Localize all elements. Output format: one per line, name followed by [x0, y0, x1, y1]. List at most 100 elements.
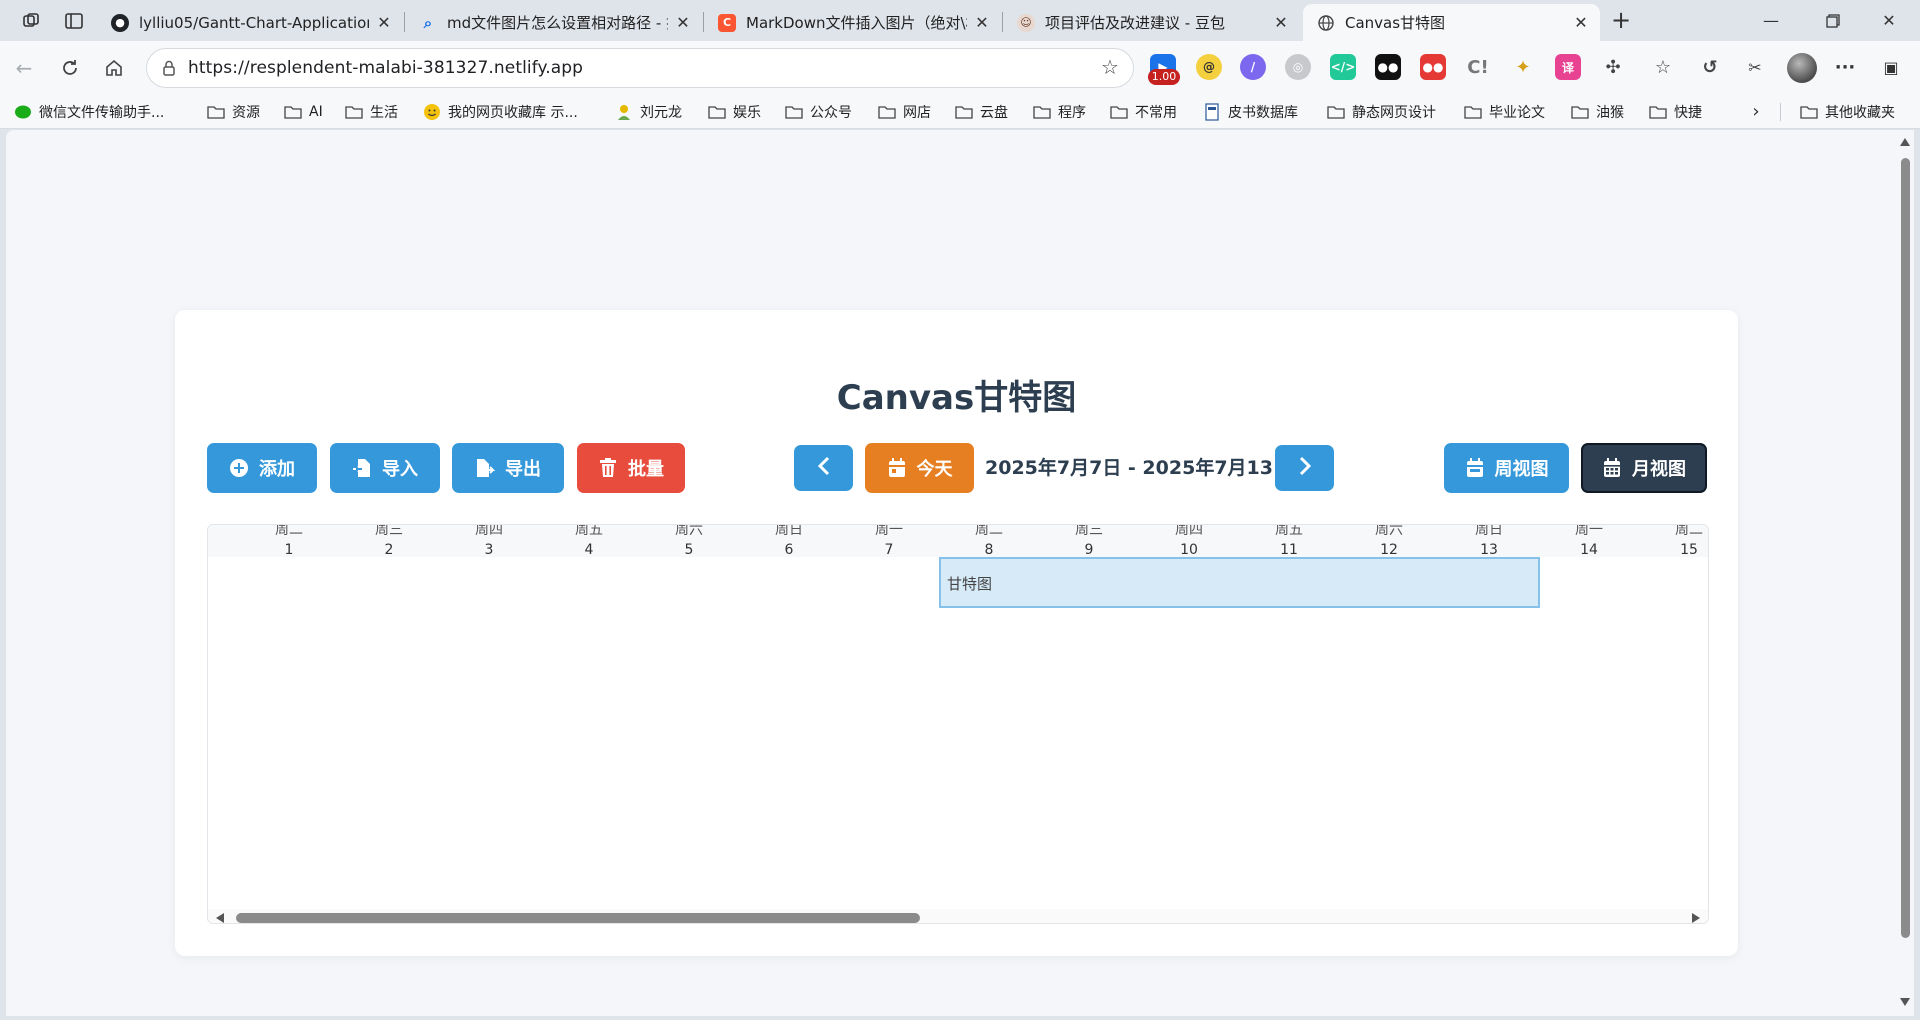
- bookmark-item[interactable]: 毕业论文: [1464, 95, 1545, 129]
- bookmark-item[interactable]: 微信文件传输助手...: [14, 95, 164, 129]
- folder-icon: [1033, 103, 1051, 121]
- scroll-down-icon[interactable]: [1900, 998, 1910, 1006]
- extensions-puzzle-icon[interactable]: ✣: [1600, 54, 1626, 80]
- file-export-icon: [475, 458, 495, 478]
- bookmark-item[interactable]: 刘元龙: [615, 95, 682, 129]
- book-icon: [1203, 103, 1221, 121]
- today-label: 今天: [916, 459, 953, 480]
- bookmark-item[interactable]: 娱乐: [708, 95, 761, 129]
- bookmark-label: 网店: [903, 105, 931, 121]
- address-bar[interactable]: https://resplendent-malabi-381327.netlif…: [146, 48, 1134, 88]
- new-tab-button[interactable]: +: [1608, 8, 1634, 34]
- gantt-day-column: 周一 7: [839, 525, 939, 558]
- scroll-left-icon[interactable]: [216, 913, 224, 923]
- tab-search[interactable]: ⌕ md文件图片怎么设置相对路径 - 搜 ✕: [405, 4, 702, 41]
- import-button[interactable]: 导入: [330, 443, 440, 493]
- calendar-month-icon: [1602, 458, 1622, 478]
- extension-stripe-icon[interactable]: /: [1240, 54, 1266, 80]
- tab-csdn[interactable]: C MarkDown文件插入图片（绝对\相 ✕: [704, 4, 1001, 41]
- extension-tampermonkey-icon[interactable]: ●●: [1375, 54, 1401, 80]
- scroll-up-icon[interactable]: [1900, 138, 1910, 146]
- extension-at-icon[interactable]: @: [1196, 54, 1222, 80]
- scrollbar-thumb[interactable]: [1901, 158, 1910, 938]
- bookmark-item[interactable]: 生活: [345, 95, 398, 129]
- export-button[interactable]: 导出: [452, 443, 564, 493]
- bookmark-item[interactable]: 网店: [878, 95, 931, 129]
- extension-translate-icon[interactable]: 译: [1555, 54, 1581, 80]
- bookmark-item[interactable]: 公众号: [785, 95, 852, 129]
- date-range-label: 2025年7月7日 - 2025年7月13日: [985, 457, 1292, 479]
- favorites-icon[interactable]: ☆: [1650, 54, 1676, 80]
- folder-icon: [345, 103, 363, 121]
- bookmark-label: 资源: [232, 105, 260, 121]
- extension-c-icon[interactable]: C!: [1465, 54, 1491, 80]
- export-label: 导出: [505, 459, 541, 480]
- window-close-icon[interactable]: ✕: [1858, 0, 1920, 41]
- prev-week-button[interactable]: [794, 445, 853, 491]
- bookmarks-divider: [1780, 103, 1781, 121]
- weekday-label: 周二: [275, 524, 303, 538]
- bookmark-item[interactable]: 程序: [1033, 95, 1086, 129]
- home-icon[interactable]: [98, 52, 130, 84]
- gantt-chart[interactable]: 周二 1 周三 2 周四 3 周五 4 周六 5 周日 6 周一 7 周二 8 周三 9 周四 10 周五 11 周六 12 周…: [207, 524, 1709, 924]
- today-button[interactable]: 今天: [865, 443, 974, 493]
- screenshot-icon[interactable]: ✂: [1742, 54, 1768, 80]
- gantt-app-card: Canvas甘特图 添加 导入 导出 批量 今天 2025年7月7日 - 202…: [175, 310, 1738, 956]
- site-info-icon[interactable]: [159, 58, 179, 78]
- horizontal-scrollbar[interactable]: [208, 909, 1708, 923]
- profile-avatar[interactable]: [1787, 53, 1817, 83]
- doubao-icon: ☺: [1017, 13, 1035, 32]
- bookmark-item[interactable]: 油猴: [1571, 95, 1624, 129]
- restore-icon[interactable]: [1802, 0, 1864, 41]
- batch-delete-button[interactable]: 批量: [577, 443, 685, 493]
- sidebar-toggle-icon[interactable]: ▣: [1878, 54, 1904, 80]
- bookmark-item[interactable]: 我的网页收藏库 示...: [423, 95, 578, 129]
- bookmark-item[interactable]: 云盘: [955, 95, 1008, 129]
- extension-red-icon[interactable]: ●●: [1420, 54, 1446, 80]
- bookmark-item[interactable]: 皮书数据库: [1203, 95, 1298, 129]
- scroll-right-icon[interactable]: [1692, 913, 1700, 923]
- url-text[interactable]: https://resplendent-malabi-381327.netlif…: [188, 49, 583, 87]
- workspaces-icon[interactable]: [18, 8, 44, 34]
- more-menu-icon[interactable]: ···: [1832, 54, 1858, 80]
- close-icon[interactable]: ✕: [1272, 13, 1290, 32]
- bookmark-item[interactable]: 不常用: [1110, 95, 1177, 129]
- bookmark-item[interactable]: 快捷: [1649, 95, 1702, 129]
- bookmark-label: 快捷: [1674, 105, 1702, 121]
- tab-github[interactable]: ● lylliu05/Gantt-Chart-Application ✕: [97, 4, 403, 41]
- bookmark-item[interactable]: AI: [284, 95, 323, 129]
- other-bookmarks[interactable]: 其他收藏夹: [1800, 95, 1895, 129]
- extension-yellow-icon[interactable]: ✦: [1510, 54, 1536, 80]
- gantt-day-column: 周三 2: [339, 525, 439, 558]
- bookmark-label: 刘元龙: [640, 105, 682, 121]
- bookmark-label: AI: [309, 104, 323, 120]
- bookmark-item[interactable]: 资源: [207, 95, 260, 129]
- week-view-button[interactable]: 周视图: [1444, 443, 1569, 493]
- next-week-button[interactable]: [1275, 445, 1334, 491]
- scrollbar-thumb[interactable]: [236, 913, 920, 923]
- tab-doubao[interactable]: ☺ 项目评估及改进建议 - 豆包 ✕: [1003, 4, 1300, 41]
- file-import-icon: [352, 458, 372, 478]
- date-label: 8: [984, 542, 994, 558]
- task-bar[interactable]: 甘特图: [939, 557, 1540, 608]
- close-icon[interactable]: ✕: [973, 13, 991, 32]
- reload-icon[interactable]: [54, 52, 86, 84]
- month-view-label: 月视图: [1632, 459, 1686, 480]
- chevron-right-icon[interactable]: ›: [1745, 101, 1767, 123]
- favorite-star-icon[interactable]: ☆: [1099, 57, 1121, 79]
- bookmark-item[interactable]: 静态网页设计: [1327, 95, 1436, 129]
- extension-code-icon[interactable]: </>: [1330, 54, 1356, 80]
- close-icon[interactable]: ✕: [375, 13, 393, 32]
- month-view-button[interactable]: 月视图: [1581, 443, 1707, 493]
- vertical-tabs-icon[interactable]: [61, 8, 87, 34]
- add-button[interactable]: 添加: [207, 443, 317, 493]
- browser-toolbar: ← https://resplendent-malabi-381327.netl…: [0, 41, 1920, 95]
- close-icon[interactable]: ✕: [1572, 13, 1590, 32]
- history-icon[interactable]: ↺: [1697, 54, 1723, 80]
- minimize-icon[interactable]: —: [1740, 0, 1802, 41]
- page-vertical-scrollbar[interactable]: [1896, 130, 1914, 1016]
- back-icon[interactable]: ←: [8, 52, 40, 84]
- extension-grey-icon[interactable]: ◎: [1285, 54, 1311, 80]
- close-icon[interactable]: ✕: [674, 13, 692, 32]
- tab-canvas-gantt[interactable]: Canvas甘特图 ✕: [1303, 4, 1600, 41]
